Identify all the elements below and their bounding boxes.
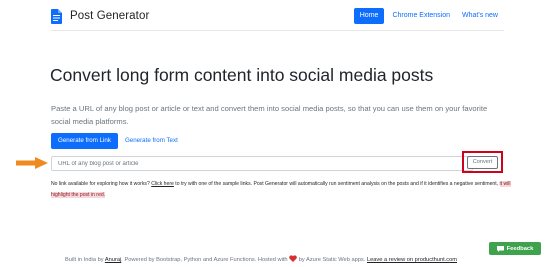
main-nav: Home Chrome Extension What's new xyxy=(353,5,504,27)
brand-name: Post Generator xyxy=(70,10,150,22)
nav-whats-new[interactable]: What's new xyxy=(456,8,504,24)
convert-button[interactable]: Convert xyxy=(467,156,498,169)
help-text-part1: No link available for exploring how it w… xyxy=(51,181,152,187)
url-input[interactable] xyxy=(51,156,473,171)
footer-text-part3: by Azure Static Web apps. xyxy=(297,257,367,263)
chat-icon xyxy=(496,245,504,252)
footer: Built in India by Anuraj. Powered by Boo… xyxy=(65,255,495,264)
nav-divider xyxy=(51,30,504,31)
feedback-button[interactable]: Feedback xyxy=(489,242,541,255)
document-icon xyxy=(51,8,62,24)
page-title: Convert long form content into social me… xyxy=(50,65,434,85)
arrow-right-icon xyxy=(16,157,48,169)
nav-home[interactable]: Home xyxy=(353,8,385,24)
help-text: No link available for exploring how it w… xyxy=(51,179,511,200)
footer-text-part1: Built in India by xyxy=(65,257,105,263)
brand[interactable]: Post Generator xyxy=(51,5,149,27)
tab-generate-from-link[interactable]: Generate from Link xyxy=(51,133,118,149)
input-mode-tabs: Generate from Link Generate from Text xyxy=(51,133,185,149)
page-description: Paste a URL of any blog post or article … xyxy=(51,104,488,126)
tab-generate-from-text[interactable]: Generate from Text xyxy=(118,133,185,149)
feedback-label: Feedback xyxy=(506,245,534,252)
footer-text-part2: . Powered by Bootstrap, Python and Azure… xyxy=(121,257,290,263)
producthunt-review-link[interactable]: Leave a review on producthunt.com xyxy=(367,257,457,263)
help-text-part2: to try with one of the sample links. Pos… xyxy=(173,181,500,187)
heart-icon xyxy=(289,255,297,262)
author-link[interactable]: Anuraj xyxy=(105,257,121,263)
sample-link[interactable]: Click here xyxy=(151,181,174,187)
nav-chrome-extension[interactable]: Chrome Extension xyxy=(386,8,456,24)
navbar: Post Generator Home Chrome Extension Wha… xyxy=(51,5,504,27)
